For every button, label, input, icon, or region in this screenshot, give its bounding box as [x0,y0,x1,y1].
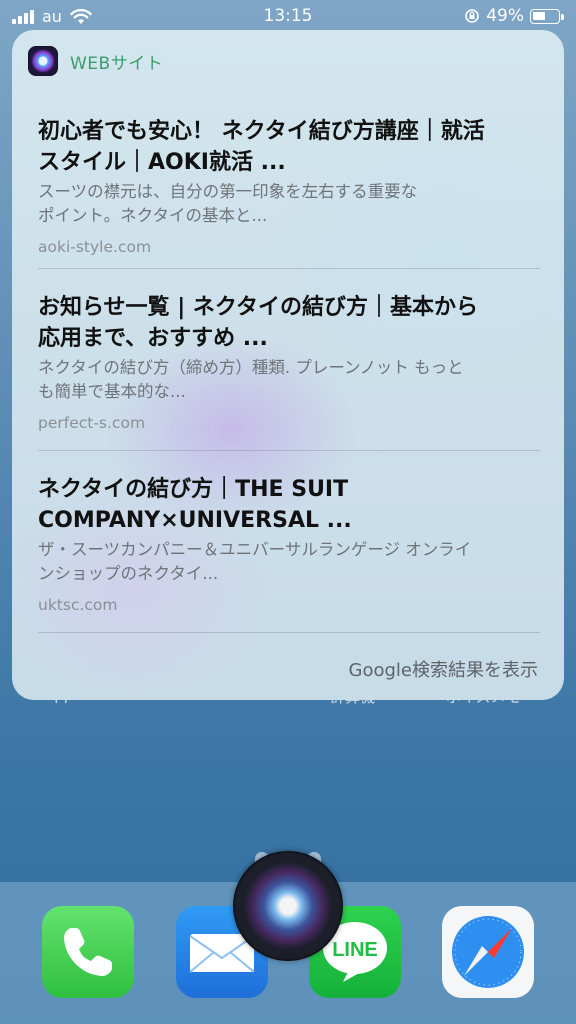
result-description-line: スーツの襟元は、自分の第一印象を左右する重要な [38,182,418,201]
result-description-line: ポイント。ネクタイの基本と... [38,206,268,225]
result-title-line: お知らせ一覧 | ネクタイの結び方｜基本から [38,295,479,320]
status-bar: au 13:15 49% [0,0,576,34]
orientation-lock-icon [465,9,480,23]
battery-fill [533,11,545,20]
google-search-results-link[interactable]: Google検索結果を表示 [349,656,538,682]
result-url: aoki-style.com [38,238,152,256]
phone-icon [64,928,112,976]
result-description-line: ンショップのネクタイ... [38,564,219,583]
battery-percent: 49% [486,6,524,26]
result-description-line: ネクタイの結び方（締め方）種類. プレーンノット もっと [38,358,464,377]
result-title-line: スタイル｜AOKI就活 ... [38,150,286,175]
result-title: ネクタイの結び方｜THE SUIT COMPANY×UNIVERSAL ... [38,474,540,536]
siri-orb-button[interactable] [233,851,343,961]
divider [38,450,540,451]
search-result[interactable]: お知らせ一覧 | ネクタイの結び方｜基本から 応用まで、おすすめ ... ネクタ… [38,292,540,432]
result-description: スーツの襟元は、自分の第一印象を左右する重要な ポイント。ネクタイの基本と... [38,180,540,228]
safari-app-icon[interactable] [442,906,534,998]
result-title-line: ネクタイの結び方｜THE SUIT [38,477,349,502]
result-description: ザ・スーツカンパニー＆ユニバーサルランゲージ オンライ ンショップのネクタイ..… [38,538,540,586]
safari-icon [452,916,524,988]
card-header: WEBサイト [28,46,163,76]
siri-app-icon [28,46,58,76]
divider [38,268,540,269]
source-label: WEBサイト [70,53,164,74]
result-description: ネクタイの結び方（締め方）種類. プレーンノット もっと も簡単で基本的な... [38,356,540,404]
siri-results-card: WEBサイト 初心者でも安心！ ネクタイ結び方講座｜就活 スタイル｜AOKI就活… [12,30,564,700]
divider [38,632,540,633]
result-url: perfect-s.com [38,414,146,432]
result-title: 初心者でも安心！ ネクタイ結び方講座｜就活 スタイル｜AOKI就活 ... [38,116,540,178]
search-result[interactable]: ネクタイの結び方｜THE SUIT COMPANY×UNIVERSAL ... … [38,474,540,614]
result-description-line: ザ・スーツカンパニー＆ユニバーサルランゲージ オンライ [38,540,472,559]
result-title-line: COMPANY×UNIVERSAL ... [38,508,352,533]
result-url: uktsc.com [38,596,118,614]
result-title: お知らせ一覧 | ネクタイの結び方｜基本から 応用まで、おすすめ ... [38,292,540,354]
result-description-line: も簡単で基本的な... [38,382,186,401]
result-title-line: 応用まで、おすすめ ... [38,326,268,351]
phone-app-icon[interactable] [42,906,134,998]
line-logo-text: LINE [332,939,378,961]
result-title-line: 初心者でも安心！ ネクタイ結び方講座｜就活 [38,119,485,144]
search-result[interactable]: 初心者でも安心！ ネクタイ結び方講座｜就活 スタイル｜AOKI就活 ... スー… [38,116,540,256]
battery-icon [530,8,564,24]
